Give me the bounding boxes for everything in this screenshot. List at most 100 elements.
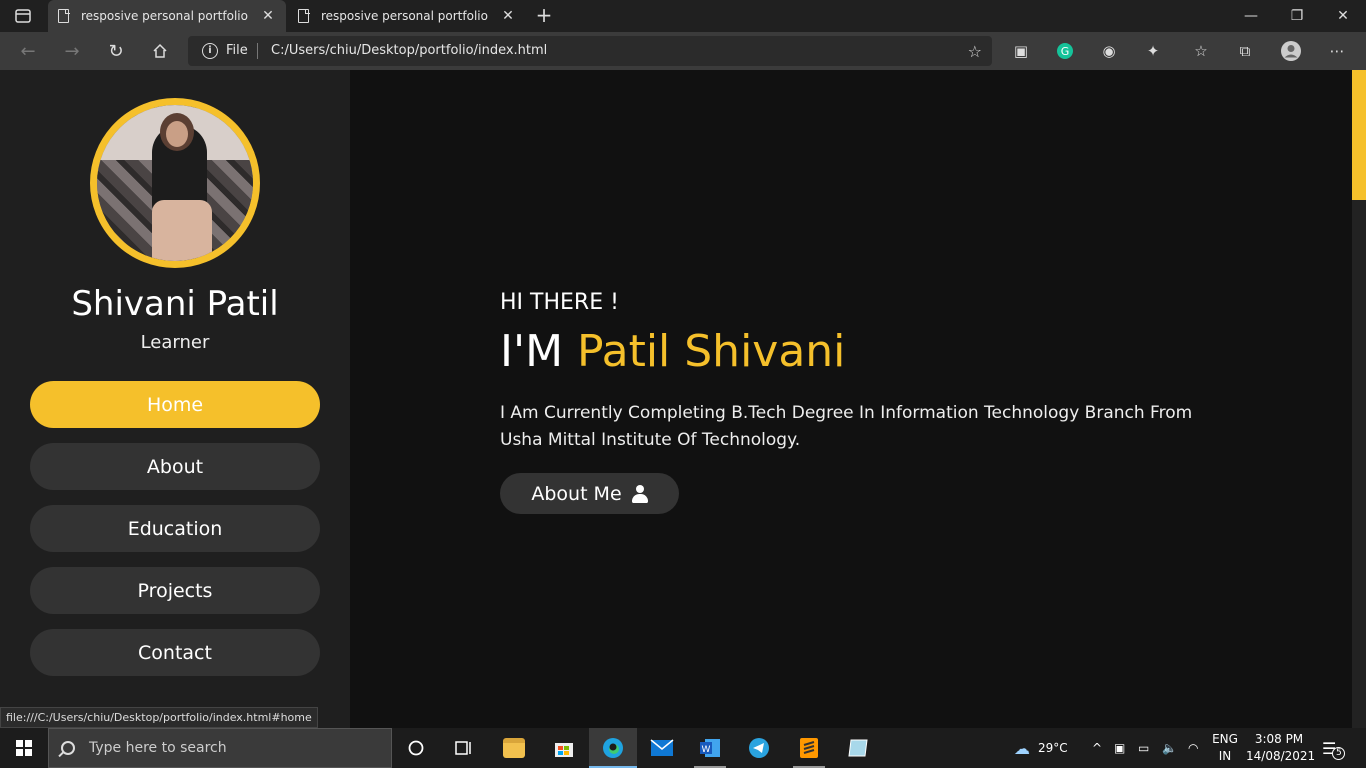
- word-icon: W: [700, 739, 720, 757]
- clock-date: 14/08/2021: [1246, 749, 1316, 763]
- hero-description: I Am Currently Completing B.Tech Degree …: [500, 403, 1193, 450]
- clock-time: 3:08 PM: [1254, 732, 1304, 746]
- url-text[interactable]: C:/Users/chiu/Desktop/portfolio/index.ht…: [271, 43, 547, 58]
- collections-alt-icon[interactable]: ⧉: [1234, 40, 1256, 62]
- language-code: ENG: [1212, 732, 1238, 746]
- user-icon: [631, 484, 648, 503]
- cortana-button[interactable]: [392, 728, 440, 768]
- browser-tab-bar: resposive personal portfolio ✕ resposive…: [0, 0, 1366, 32]
- restore-button[interactable]: ❐: [1274, 0, 1320, 32]
- more-menu-icon[interactable]: ⋯: [1326, 40, 1348, 62]
- sublime-text-icon: [800, 738, 818, 758]
- add-favorite-icon[interactable]: ☆: [968, 42, 982, 61]
- start-button[interactable]: [0, 728, 48, 768]
- task-view-button[interactable]: [440, 728, 488, 768]
- close-window-button[interactable]: ✕: [1320, 0, 1366, 32]
- scheme-label: File: [226, 43, 248, 58]
- nav-home[interactable]: Home: [30, 381, 320, 428]
- search-icon: [61, 741, 75, 755]
- unknown-app[interactable]: [834, 728, 882, 768]
- word-app[interactable]: W: [686, 728, 734, 768]
- svg-text:G: G: [1061, 45, 1070, 58]
- clock[interactable]: 3:08 PM 14/08/2021: [1246, 731, 1316, 765]
- hero-title: I'M Patil Shivani: [500, 326, 845, 377]
- arrow-right-icon: →: [64, 40, 80, 62]
- notifications-button[interactable]: ☰ 5: [1322, 728, 1346, 768]
- puzzle-icon[interactable]: ✦: [1142, 40, 1164, 62]
- refresh-button[interactable]: ↻: [104, 39, 128, 63]
- forward-button[interactable]: →: [60, 39, 84, 63]
- arrow-left-icon: ←: [20, 40, 36, 62]
- tab-close-icon[interactable]: ✕: [500, 8, 516, 24]
- info-icon[interactable]: i: [202, 43, 218, 59]
- about-me-button[interactable]: About Me: [500, 473, 679, 514]
- new-tab-button[interactable]: +: [534, 4, 554, 28]
- chevron-up-icon: ^: [1092, 741, 1103, 755]
- browser-tab-inactive[interactable]: resposive personal portfolio ✕: [288, 0, 526, 32]
- show-hidden-icons-button[interactable]: ^: [1092, 728, 1102, 768]
- hero-title-prefix: I'M: [500, 326, 564, 377]
- tab-actions-button[interactable]: [0, 0, 46, 32]
- cortana-icon: [408, 740, 424, 756]
- taskbar-search[interactable]: Type here to search: [48, 728, 392, 768]
- weather-widget[interactable]: ☁ 29°C: [1014, 728, 1068, 768]
- grammarly-icon[interactable]: G: [1054, 40, 1076, 62]
- task-view-icon: [455, 741, 471, 755]
- region-code: IN: [1218, 749, 1232, 763]
- volume-icon[interactable]: 🔈: [1162, 728, 1177, 768]
- tab-title: resposive personal portfolio: [81, 9, 248, 23]
- minimize-button[interactable]: —: [1228, 0, 1274, 32]
- taskbar: Type here to search W ☁ 29°C ^ ▣ ▭ 🔈 ◠ E…: [0, 728, 1366, 768]
- windows-logo-icon: [16, 740, 32, 756]
- tab-title: resposive personal portfolio: [321, 9, 488, 23]
- tab-close-icon[interactable]: ✕: [260, 8, 276, 24]
- svg-text:W: W: [702, 745, 711, 755]
- mail-app[interactable]: [638, 728, 686, 768]
- search-placeholder: Type here to search: [89, 740, 227, 756]
- profile-role: Learner: [140, 332, 210, 353]
- notification-count: 5: [1332, 746, 1346, 760]
- about-me-label: About Me: [531, 482, 622, 505]
- nav-about[interactable]: About: [30, 443, 320, 490]
- scrollbar-thumb[interactable]: [1352, 70, 1366, 200]
- status-link-preview: file:///C:/Users/chiu/Desktop/portfolio/…: [0, 707, 318, 728]
- sublime-app[interactable]: [785, 728, 833, 768]
- language-indicator[interactable]: ENG IN: [1210, 731, 1240, 765]
- back-button[interactable]: ←: [16, 39, 40, 63]
- home-icon: [153, 43, 167, 58]
- folder-icon: [503, 738, 525, 758]
- address-bar[interactable]: i File C:/Users/chiu/Desktop/portfolio/i…: [188, 36, 992, 66]
- tab-actions-icon: [15, 9, 31, 23]
- extension-icon[interactable]: ◉: [1098, 40, 1120, 62]
- store-app[interactable]: [540, 728, 588, 768]
- profile-photo: [90, 98, 260, 268]
- browser-tab-active[interactable]: resposive personal portfolio ✕: [48, 0, 286, 32]
- hero-greeting: HI THERE !: [500, 290, 619, 315]
- weather-temp: 29°C: [1038, 741, 1068, 755]
- store-icon: [555, 743, 573, 757]
- collections-icon[interactable]: ▣: [1010, 40, 1032, 62]
- refresh-icon: ↻: [108, 40, 124, 62]
- sidebar: Shivani Patil Learner Home About Educati…: [0, 70, 350, 728]
- nav-projects[interactable]: Projects: [30, 567, 320, 614]
- edge-icon: [603, 738, 623, 758]
- page-icon: [58, 8, 70, 23]
- battery-icon[interactable]: ▭: [1138, 728, 1149, 768]
- hero-title-name: Patil Shivani: [577, 326, 846, 377]
- file-explorer-app[interactable]: [490, 728, 538, 768]
- edge-app[interactable]: [589, 728, 637, 768]
- telegram-app[interactable]: [735, 728, 783, 768]
- wifi-icon[interactable]: ◠: [1188, 728, 1198, 768]
- mail-icon: [650, 739, 674, 756]
- nav-contact[interactable]: Contact: [30, 629, 320, 676]
- tray-app-icon[interactable]: ▣: [1114, 728, 1125, 768]
- cloudy-weather-icon: ☁: [1014, 738, 1030, 758]
- favorites-icon[interactable]: ☆: [1190, 40, 1212, 62]
- home-button[interactable]: [148, 39, 172, 63]
- main-content: HI THERE ! I'M Patil Shivani I Am Curren…: [350, 70, 1352, 728]
- profile-avatar-icon[interactable]: [1280, 40, 1302, 62]
- profile-name: Shivani Patil: [71, 284, 279, 324]
- nav-education[interactable]: Education: [30, 505, 320, 552]
- divider: [257, 43, 258, 59]
- notes-app-icon: [848, 739, 868, 757]
